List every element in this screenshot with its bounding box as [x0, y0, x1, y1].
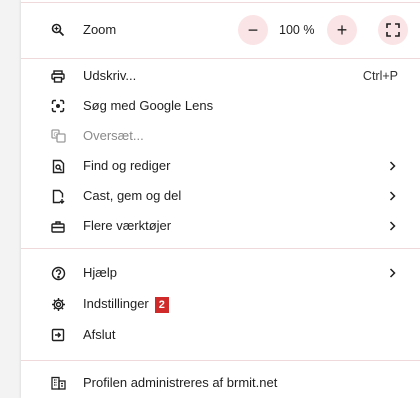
menu-item-label: Find og rediger: [83, 158, 171, 173]
menu-item-translate[interactable]: G Oversæt...: [21, 121, 420, 151]
fullscreen-button[interactable]: [378, 15, 408, 45]
separator: [21, 248, 420, 249]
zoom-in-button[interactable]: +: [327, 15, 357, 45]
fullscreen-icon: [386, 23, 400, 37]
menu-item-google-lens[interactable]: Søg med Google Lens: [21, 91, 420, 121]
menu-item-label: Cast, gem og del: [83, 188, 182, 203]
google-lens-icon: [50, 98, 66, 114]
help-icon: [50, 265, 66, 281]
chrome-menu-panel: Zoom − 100 % + Udskriv... Ctrl+P Søg med…: [21, 0, 420, 398]
chevron-right-icon: [386, 190, 398, 202]
menu-item-label: Flere værktøjer: [83, 218, 172, 233]
printer-icon: [50, 68, 66, 84]
separator: [21, 360, 420, 361]
svg-text:G: G: [53, 132, 58, 139]
cast-save-icon: [50, 188, 66, 204]
menu-item-label: Oversæt...: [83, 128, 144, 143]
zoom-row: Zoom: [21, 15, 420, 45]
menu-item-more-tools[interactable]: Flere værktøjer: [21, 211, 420, 241]
menu-item-settings[interactable]: Indstillinger 2: [21, 289, 420, 319]
chevron-right-icon: [386, 220, 398, 232]
zoom-out-button[interactable]: −: [238, 15, 268, 45]
menu-item-label: Afslut: [83, 327, 116, 342]
menu-item-label: Hjælp: [83, 265, 117, 280]
menu-item-find-edit[interactable]: Find og rediger: [21, 151, 420, 181]
step-badge: 2: [154, 296, 169, 313]
zoom-label: Zoom: [83, 22, 117, 37]
translate-icon: G: [50, 128, 66, 144]
separator: [21, 58, 420, 59]
menu-item-label: Søg med Google Lens: [83, 98, 214, 113]
shortcut-text: Ctrl+P: [362, 69, 398, 83]
building-icon: [50, 375, 66, 391]
menu-item-print[interactable]: Udskriv... Ctrl+P: [21, 61, 420, 91]
zoom-level: 100 %: [279, 23, 315, 37]
menu-item-label: Indstillinger 2: [83, 289, 169, 319]
menu-item-exit[interactable]: Afslut: [21, 320, 420, 350]
chevron-right-icon: [386, 267, 398, 279]
toolbox-icon: [50, 218, 66, 234]
gear-icon: [50, 296, 66, 312]
chevron-right-icon: [386, 160, 398, 172]
find-page-icon: [50, 158, 66, 174]
exit-icon: [50, 327, 66, 343]
menu-item-label: Profilen administreres af brmit.net: [83, 375, 278, 390]
managed-profile-info[interactable]: Profilen administreres af brmit.net: [21, 368, 420, 398]
menu-item-help[interactable]: Hjælp: [21, 258, 420, 288]
separator: [21, 2, 420, 3]
settings-label: Indstillinger: [83, 296, 149, 311]
menu-item-label: Udskriv...: [83, 68, 137, 83]
zoom-icon: [50, 22, 66, 38]
menu-item-cast-save-share[interactable]: Cast, gem og del: [21, 181, 420, 211]
